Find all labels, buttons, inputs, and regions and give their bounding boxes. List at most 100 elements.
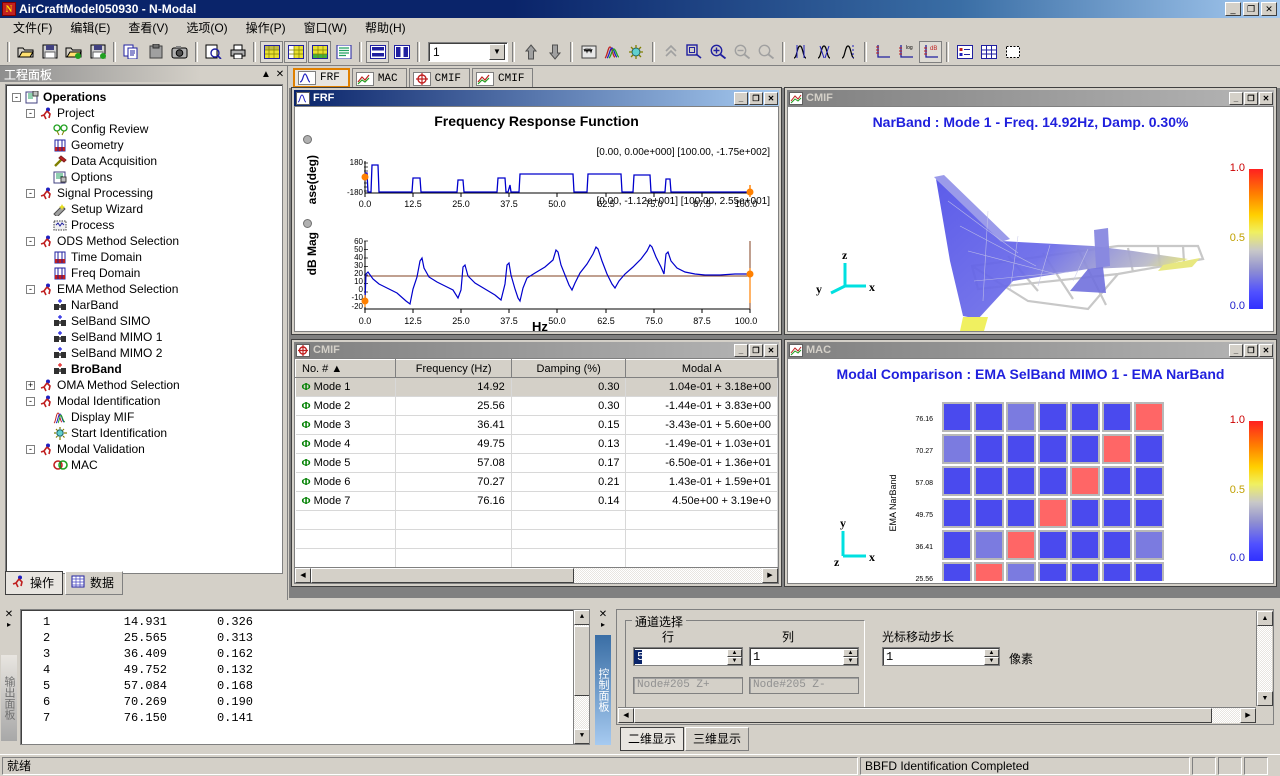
tree-collapse-icon[interactable]: - <box>12 93 21 102</box>
control-scroll-left-icon[interactable]: ◀ <box>618 708 634 723</box>
tree-item-oma-method-selection[interactable]: +OMA Method Selection <box>8 377 280 393</box>
tree-item-modal-validation[interactable]: -Modal Validation <box>8 441 280 457</box>
tree-item-geometry[interactable]: Geometry <box>8 137 280 153</box>
output-row[interactable]: 225.5650.313 <box>21 630 589 646</box>
axis-log-icon[interactable]: log <box>895 41 918 63</box>
control-dock-label[interactable]: 控制面板 <box>595 635 611 745</box>
table-row-empty[interactable] <box>296 549 778 568</box>
tree-collapse-icon[interactable]: - <box>26 445 35 454</box>
output-dock-label[interactable]: 输出面板 <box>1 655 17 741</box>
split-horizontal-icon[interactable] <box>366 41 389 63</box>
tree-item-time-domain[interactable]: Time Domain <box>8 249 280 265</box>
mode-table-hscrollbar[interactable]: ◀ ▶ <box>295 567 778 583</box>
tree-item-ema-method-selection[interactable]: -EMA Method Selection <box>8 281 280 297</box>
tree-item-display-mif[interactable]: Display MIF <box>8 409 280 425</box>
row-spinner-value[interactable]: 5 <box>634 650 642 664</box>
menu-操作p[interactable]: 操作(P) <box>237 17 295 38</box>
control-scroll-right-icon[interactable]: ▶ <box>1240 708 1256 723</box>
zoom-out-icon[interactable] <box>731 41 754 63</box>
tree-item-options[interactable]: Options <box>8 169 280 185</box>
mac-cell[interactable] <box>1135 467 1163 495</box>
column-header-no-[interactable]: No. # ▲ <box>296 360 396 378</box>
identify-icon[interactable] <box>625 41 648 63</box>
table-row[interactable]: Φ Mode 557.080.17-6.50e-01 + 1.36e+01 <box>296 454 778 473</box>
cursor-step-value[interactable]: 1 <box>883 650 984 664</box>
print-preview-icon[interactable] <box>202 41 225 63</box>
frf-close-button[interactable]: ✕ <box>764 92 778 105</box>
mac-maximize-button[interactable]: ❐ <box>1244 344 1258 357</box>
scroll-left-icon[interactable]: ◀ <box>295 568 311 583</box>
legend-icon[interactable] <box>953 41 976 63</box>
mac-cell[interactable] <box>1007 499 1035 527</box>
control-hscroll-track[interactable] <box>634 708 1240 723</box>
column-header-frequency-hz-[interactable]: Frequency (Hz) <box>396 360 511 378</box>
mac-cell[interactable] <box>1103 435 1131 463</box>
output-row[interactable]: 776.1500.141 <box>21 710 589 726</box>
collapse-icon[interactable]: ▲ <box>259 69 273 80</box>
tree-item-broband[interactable]: BroBand <box>8 361 280 377</box>
menu-编辑e[interactable]: 编辑(E) <box>61 17 119 38</box>
mac-cell[interactable] <box>1039 467 1067 495</box>
control-close-icon[interactable]: ✕ <box>594 607 612 620</box>
paste-icon[interactable] <box>144 41 167 63</box>
output-close-icon[interactable]: ✕ <box>0 607 18 620</box>
report-icon[interactable] <box>332 41 355 63</box>
row-spinner[interactable]: 5 ▲▼ <box>633 647 743 666</box>
menu-文件f[interactable]: 文件(F) <box>4 17 61 38</box>
mac-cell[interactable] <box>1039 531 1067 559</box>
tree-item-config-review[interactable]: Config Review <box>8 121 280 137</box>
menu-帮助h[interactable]: 帮助(H) <box>356 17 415 38</box>
peak-dash-icon[interactable] <box>837 41 860 63</box>
mac-cell[interactable] <box>1007 531 1035 559</box>
mac-matrix-svg[interactable]: 76.1670.2757.0849.7536.4125.5614.9214.93… <box>788 391 1273 581</box>
mac-cell[interactable] <box>975 563 1003 581</box>
mac-cell[interactable] <box>943 531 971 559</box>
panel-tab-operations[interactable]: 操作 <box>5 571 63 595</box>
copy-icon[interactable] <box>120 41 143 63</box>
output-row[interactable]: 449.7520.132 <box>21 662 589 678</box>
process-icon[interactable] <box>577 41 600 63</box>
mif-curves-icon[interactable] <box>601 41 624 63</box>
frf-minimize-button[interactable]: _ <box>734 92 748 105</box>
close-button[interactable]: ✕ <box>1261 2 1277 16</box>
cmiftbl-minimize-button[interactable]: _ <box>734 344 748 357</box>
tree-item-ods-method-selection[interactable]: -ODS Method Selection <box>8 233 280 249</box>
open-folder-icon[interactable] <box>14 41 37 63</box>
row-spinner-buttons[interactable]: ▲▼ <box>727 649 742 665</box>
frf-maximize-button[interactable]: ❐ <box>749 92 763 105</box>
tree-item-narband[interactable]: NarBand <box>8 297 280 313</box>
mac-close-button[interactable]: ✕ <box>1259 344 1273 357</box>
mac-cell[interactable] <box>975 531 1003 559</box>
axis-linear-icon[interactable] <box>871 41 894 63</box>
mac-cell[interactable] <box>1135 435 1163 463</box>
mac-cell[interactable] <box>1039 499 1067 527</box>
mac-cell[interactable] <box>943 435 971 463</box>
mac-cell[interactable] <box>1039 563 1067 581</box>
table-row[interactable]: Φ Mode 336.410.15-3.43e-01 + 5.60e+00 <box>296 416 778 435</box>
tree-item-start-identification[interactable]: Start Identification <box>8 425 280 441</box>
mdi-tab-cmif-3[interactable]: CMIF <box>472 68 533 88</box>
mac-cell[interactable] <box>1039 435 1067 463</box>
tree-collapse-icon[interactable]: - <box>26 109 35 118</box>
tree-item-signal-processing[interactable]: -Signal Processing <box>8 185 280 201</box>
peak-multi-icon[interactable] <box>813 41 836 63</box>
hscroll-track[interactable] <box>311 568 762 583</box>
output-row[interactable]: 336.4090.162 <box>21 646 589 662</box>
control-pin-icon[interactable]: ▸ <box>594 620 612 629</box>
tree-item-process[interactable]: Process <box>8 217 280 233</box>
zoom-in-icon[interactable] <box>707 41 730 63</box>
control-vscrollbar[interactable]: ▲ ▼ <box>1256 611 1272 706</box>
open-folder-green-icon[interactable] <box>62 41 85 63</box>
mac-cell[interactable] <box>1103 563 1131 581</box>
control-hscroll-thumb[interactable] <box>634 708 1212 723</box>
mdi-tab-mac-1[interactable]: MAC <box>352 68 407 88</box>
mode-shape-3d[interactable]: z x y <box>788 141 1273 331</box>
mac-cell[interactable] <box>975 403 1003 431</box>
vscroll-thumb[interactable] <box>574 626 590 696</box>
menu-选项o[interactable]: 选项(O) <box>177 17 236 38</box>
column-header-modal-a[interactable]: Modal A <box>626 360 778 378</box>
mac-cell[interactable] <box>1103 531 1131 559</box>
mac-cell[interactable] <box>1135 531 1163 559</box>
mac-cell[interactable] <box>1071 531 1099 559</box>
table-row[interactable]: Φ Mode 225.560.30-1.44e-01 + 3.83e+00 <box>296 397 778 416</box>
